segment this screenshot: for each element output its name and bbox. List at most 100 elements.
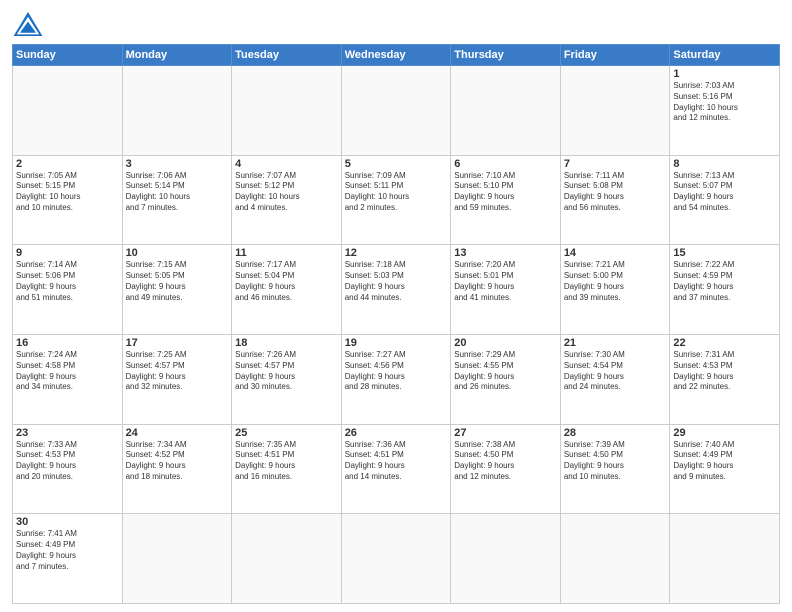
day-number: 23 [16,427,119,439]
calendar-cell: 26Sunrise: 7:36 AM Sunset: 4:51 PM Dayli… [341,424,451,514]
weekday-header-monday: Monday [122,45,232,66]
calendar-cell: 5Sunrise: 7:09 AM Sunset: 5:11 PM Daylig… [341,155,451,245]
calendar-cell: 25Sunrise: 7:35 AM Sunset: 4:51 PM Dayli… [232,424,342,514]
calendar-cell: 17Sunrise: 7:25 AM Sunset: 4:57 PM Dayli… [122,334,232,424]
calendar-cell [341,66,451,156]
day-number: 18 [235,337,338,349]
day-number: 29 [673,427,776,439]
calendar-cell [670,514,780,604]
day-info: Sunrise: 7:03 AM Sunset: 5:16 PM Dayligh… [673,81,776,124]
calendar-cell: 30Sunrise: 7:41 AM Sunset: 4:49 PM Dayli… [13,514,123,604]
day-info: Sunrise: 7:25 AM Sunset: 4:57 PM Dayligh… [126,350,229,393]
calendar-cell: 18Sunrise: 7:26 AM Sunset: 4:57 PM Dayli… [232,334,342,424]
day-info: Sunrise: 7:24 AM Sunset: 4:58 PM Dayligh… [16,350,119,393]
calendar-cell: 29Sunrise: 7:40 AM Sunset: 4:49 PM Dayli… [670,424,780,514]
calendar-cell: 14Sunrise: 7:21 AM Sunset: 5:00 PM Dayli… [560,245,670,335]
day-number: 6 [454,158,557,170]
weekday-header-friday: Friday [560,45,670,66]
day-number: 8 [673,158,776,170]
day-info: Sunrise: 7:26 AM Sunset: 4:57 PM Dayligh… [235,350,338,393]
weekday-header-wednesday: Wednesday [341,45,451,66]
calendar-cell: 11Sunrise: 7:17 AM Sunset: 5:04 PM Dayli… [232,245,342,335]
day-info: Sunrise: 7:39 AM Sunset: 4:50 PM Dayligh… [564,440,667,483]
day-info: Sunrise: 7:31 AM Sunset: 4:53 PM Dayligh… [673,350,776,393]
calendar-cell [451,66,561,156]
calendar-cell: 27Sunrise: 7:38 AM Sunset: 4:50 PM Dayli… [451,424,561,514]
day-number: 1 [673,68,776,80]
header [12,10,780,38]
calendar-cell [122,514,232,604]
week-row-2: 2Sunrise: 7:05 AM Sunset: 5:15 PM Daylig… [13,155,780,245]
calendar-cell [232,514,342,604]
calendar-cell: 24Sunrise: 7:34 AM Sunset: 4:52 PM Dayli… [122,424,232,514]
weekday-header-tuesday: Tuesday [232,45,342,66]
day-info: Sunrise: 7:14 AM Sunset: 5:06 PM Dayligh… [16,260,119,303]
day-number: 17 [126,337,229,349]
day-info: Sunrise: 7:18 AM Sunset: 5:03 PM Dayligh… [345,260,448,303]
day-info: Sunrise: 7:27 AM Sunset: 4:56 PM Dayligh… [345,350,448,393]
calendar-cell: 22Sunrise: 7:31 AM Sunset: 4:53 PM Dayli… [670,334,780,424]
day-number: 2 [16,158,119,170]
calendar-cell [341,514,451,604]
day-number: 14 [564,247,667,259]
week-row-1: 1Sunrise: 7:03 AM Sunset: 5:16 PM Daylig… [13,66,780,156]
calendar-cell: 6Sunrise: 7:10 AM Sunset: 5:10 PM Daylig… [451,155,561,245]
day-number: 19 [345,337,448,349]
day-number: 10 [126,247,229,259]
day-number: 21 [564,337,667,349]
day-info: Sunrise: 7:05 AM Sunset: 5:15 PM Dayligh… [16,171,119,214]
day-info: Sunrise: 7:22 AM Sunset: 4:59 PM Dayligh… [673,260,776,303]
day-number: 4 [235,158,338,170]
day-info: Sunrise: 7:17 AM Sunset: 5:04 PM Dayligh… [235,260,338,303]
day-number: 25 [235,427,338,439]
calendar-table: SundayMondayTuesdayWednesdayThursdayFrid… [12,44,780,604]
day-number: 30 [16,516,119,528]
logo-icon [12,10,44,38]
calendar-cell: 7Sunrise: 7:11 AM Sunset: 5:08 PM Daylig… [560,155,670,245]
calendar-cell: 1Sunrise: 7:03 AM Sunset: 5:16 PM Daylig… [670,66,780,156]
day-info: Sunrise: 7:29 AM Sunset: 4:55 PM Dayligh… [454,350,557,393]
week-row-3: 9Sunrise: 7:14 AM Sunset: 5:06 PM Daylig… [13,245,780,335]
day-number: 22 [673,337,776,349]
day-number: 5 [345,158,448,170]
calendar-cell: 28Sunrise: 7:39 AM Sunset: 4:50 PM Dayli… [560,424,670,514]
weekday-header-row: SundayMondayTuesdayWednesdayThursdayFrid… [13,45,780,66]
calendar-cell: 13Sunrise: 7:20 AM Sunset: 5:01 PM Dayli… [451,245,561,335]
calendar-cell: 10Sunrise: 7:15 AM Sunset: 5:05 PM Dayli… [122,245,232,335]
weekday-header-thursday: Thursday [451,45,561,66]
day-info: Sunrise: 7:40 AM Sunset: 4:49 PM Dayligh… [673,440,776,483]
calendar-cell: 8Sunrise: 7:13 AM Sunset: 5:07 PM Daylig… [670,155,780,245]
calendar-cell: 15Sunrise: 7:22 AM Sunset: 4:59 PM Dayli… [670,245,780,335]
calendar-cell: 20Sunrise: 7:29 AM Sunset: 4:55 PM Dayli… [451,334,561,424]
calendar-cell [560,514,670,604]
day-info: Sunrise: 7:15 AM Sunset: 5:05 PM Dayligh… [126,260,229,303]
day-info: Sunrise: 7:11 AM Sunset: 5:08 PM Dayligh… [564,171,667,214]
day-number: 11 [235,247,338,259]
day-info: Sunrise: 7:38 AM Sunset: 4:50 PM Dayligh… [454,440,557,483]
day-number: 16 [16,337,119,349]
day-number: 27 [454,427,557,439]
page: SundayMondayTuesdayWednesdayThursdayFrid… [0,0,792,612]
day-number: 20 [454,337,557,349]
day-info: Sunrise: 7:07 AM Sunset: 5:12 PM Dayligh… [235,171,338,214]
day-info: Sunrise: 7:30 AM Sunset: 4:54 PM Dayligh… [564,350,667,393]
calendar-cell: 23Sunrise: 7:33 AM Sunset: 4:53 PM Dayli… [13,424,123,514]
calendar-cell: 19Sunrise: 7:27 AM Sunset: 4:56 PM Dayli… [341,334,451,424]
day-info: Sunrise: 7:13 AM Sunset: 5:07 PM Dayligh… [673,171,776,214]
calendar-cell: 4Sunrise: 7:07 AM Sunset: 5:12 PM Daylig… [232,155,342,245]
day-number: 7 [564,158,667,170]
day-info: Sunrise: 7:34 AM Sunset: 4:52 PM Dayligh… [126,440,229,483]
day-info: Sunrise: 7:35 AM Sunset: 4:51 PM Dayligh… [235,440,338,483]
day-number: 24 [126,427,229,439]
day-number: 13 [454,247,557,259]
day-number: 9 [16,247,119,259]
day-info: Sunrise: 7:41 AM Sunset: 4:49 PM Dayligh… [16,529,119,572]
weekday-header-sunday: Sunday [13,45,123,66]
day-info: Sunrise: 7:09 AM Sunset: 5:11 PM Dayligh… [345,171,448,214]
day-info: Sunrise: 7:21 AM Sunset: 5:00 PM Dayligh… [564,260,667,303]
calendar-cell: 12Sunrise: 7:18 AM Sunset: 5:03 PM Dayli… [341,245,451,335]
week-row-6: 30Sunrise: 7:41 AM Sunset: 4:49 PM Dayli… [13,514,780,604]
day-number: 28 [564,427,667,439]
day-info: Sunrise: 7:20 AM Sunset: 5:01 PM Dayligh… [454,260,557,303]
day-number: 26 [345,427,448,439]
